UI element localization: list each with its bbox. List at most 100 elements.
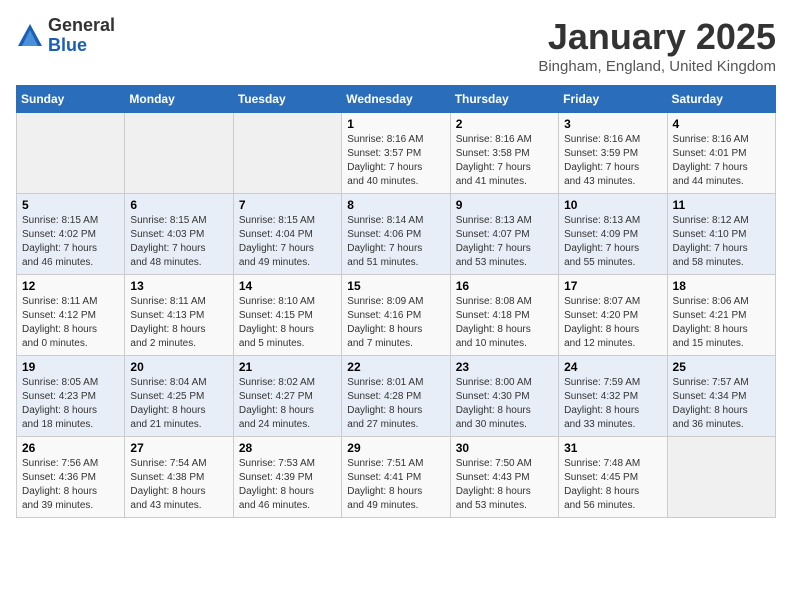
day-number: 11 [673, 198, 770, 212]
day-info: Sunrise: 8:02 AM Sunset: 4:27 PM Dayligh… [239, 376, 336, 432]
calendar-cell: 28 Sunrise: 7:53 AM Sunset: 4:39 PM Dayli… [233, 437, 341, 518]
calendar-cell: 23Sunrise: 8:00 AM Sunset: 4:30 PM Dayli… [450, 356, 558, 437]
calendar-cell: 10 Sunrise: 8:13 AM Sunset: 4:09 PM Dayli… [559, 194, 667, 275]
day-info: Sunrise: 7:48 AM Sunset: 4:45 PM Dayligh… [564, 457, 661, 513]
day-info: Sunrise: 8:13 AM Sunset: 4:07 PM Dayligh… [456, 214, 553, 270]
day-number: 4 [673, 117, 770, 131]
logo: General Blue [16, 16, 115, 56]
day-info: Sunrise: 8:05 AM Sunset: 4:23 PM Dayligh… [22, 376, 119, 432]
day-info: Sunrise: 8:10 AM Sunset: 4:15 PM Dayligh… [239, 295, 336, 351]
header-day-monday: Monday [125, 86, 233, 113]
day-number: 26 [22, 441, 119, 455]
day-info: Sunrise: 8:13 AM Sunset: 4:09 PM Dayligh… [564, 214, 661, 270]
day-number: 10 [564, 198, 661, 212]
calendar-cell: 13 Sunrise: 8:11 AM Sunset: 4:13 PM Dayli… [125, 275, 233, 356]
day-info: Sunrise: 7:59 AM Sunset: 4:32 PM Dayligh… [564, 376, 661, 432]
day-number: 12 [22, 279, 119, 293]
day-info: Sunrise: 7:54 AM Sunset: 4:38 PM Dayligh… [130, 457, 227, 513]
day-info: Sunrise: 7:50 AM Sunset: 4:43 PM Dayligh… [456, 457, 553, 513]
calendar-week-1: 1 Sunrise: 8:16 AM Sunset: 3:57 PM Daylig… [17, 113, 776, 194]
day-info: Sunrise: 8:00 AM Sunset: 4:30 PM Dayligh… [456, 376, 553, 432]
day-number: 2 [456, 117, 553, 131]
logo-general: General [48, 16, 115, 36]
day-info: Sunrise: 8:12 AM Sunset: 4:10 PM Dayligh… [673, 214, 770, 270]
header-day-tuesday: Tuesday [233, 86, 341, 113]
day-number: 9 [456, 198, 553, 212]
calendar-cell: 19 Sunrise: 8:05 AM Sunset: 4:23 PM Dayli… [17, 356, 125, 437]
calendar-cell: 2 Sunrise: 8:16 AM Sunset: 3:58 PM Daylig… [450, 113, 558, 194]
calendar-cell: 29Sunrise: 7:51 AM Sunset: 4:41 PM Dayli… [342, 437, 450, 518]
day-info: Sunrise: 7:53 AM Sunset: 4:39 PM Dayligh… [239, 457, 336, 513]
calendar-cell: 16Sunrise: 8:08 AM Sunset: 4:18 PM Dayli… [450, 275, 558, 356]
calendar-cell: 14 Sunrise: 8:10 AM Sunset: 4:15 PM Dayli… [233, 275, 341, 356]
calendar-cell: 20 Sunrise: 8:04 AM Sunset: 4:25 PM Dayli… [125, 356, 233, 437]
calendar-cell: 8 Sunrise: 8:14 AM Sunset: 4:06 PM Daylig… [342, 194, 450, 275]
header-day-wednesday: Wednesday [342, 86, 450, 113]
header-day-saturday: Saturday [667, 86, 775, 113]
day-number: 8 [347, 198, 444, 212]
calendar-cell: 3 Sunrise: 8:16 AM Sunset: 3:59 PM Daylig… [559, 113, 667, 194]
day-number: 14 [239, 279, 336, 293]
day-number: 31 [564, 441, 661, 455]
calendar-week-4: 19 Sunrise: 8:05 AM Sunset: 4:23 PM Dayli… [17, 356, 776, 437]
calendar-cell: 31 Sunrise: 7:48 AM Sunset: 4:45 PM Dayli… [559, 437, 667, 518]
calendar-cell: 6 Sunrise: 8:15 AM Sunset: 4:03 PM Daylig… [125, 194, 233, 275]
location: Bingham, England, United Kingdom [538, 58, 776, 75]
calendar-cell: 24 Sunrise: 7:59 AM Sunset: 4:32 PM Dayli… [559, 356, 667, 437]
day-info: Sunrise: 8:11 AM Sunset: 4:13 PM Dayligh… [130, 295, 227, 351]
calendar-cell: 17Sunrise: 8:07 AM Sunset: 4:20 PM Dayli… [559, 275, 667, 356]
logo-blue: Blue [48, 36, 115, 56]
header-day-friday: Friday [559, 86, 667, 113]
calendar-week-3: 12 Sunrise: 8:11 AM Sunset: 4:12 PM Dayli… [17, 275, 776, 356]
day-number: 3 [564, 117, 661, 131]
calendar-cell: 9 Sunrise: 8:13 AM Sunset: 4:07 PM Daylig… [450, 194, 558, 275]
day-info: Sunrise: 8:16 AM Sunset: 3:58 PM Dayligh… [456, 133, 553, 189]
logo-text: General Blue [48, 16, 115, 56]
day-number: 16 [456, 279, 553, 293]
day-info: Sunrise: 8:15 AM Sunset: 4:02 PM Dayligh… [22, 214, 119, 270]
calendar-cell: 7 Sunrise: 8:15 AM Sunset: 4:04 PM Daylig… [233, 194, 341, 275]
day-number: 1 [347, 117, 444, 131]
month-title: January 2025 [538, 16, 776, 58]
day-info: Sunrise: 8:11 AM Sunset: 4:12 PM Dayligh… [22, 295, 119, 351]
page-header: General Blue January 2025 Bingham, Engla… [16, 16, 776, 75]
day-number: 24 [564, 360, 661, 374]
day-info: Sunrise: 8:09 AM Sunset: 4:16 PM Dayligh… [347, 295, 444, 351]
calendar-cell: 11 Sunrise: 8:12 AM Sunset: 4:10 PM Dayli… [667, 194, 775, 275]
calendar-cell: 21 Sunrise: 8:02 AM Sunset: 4:27 PM Dayli… [233, 356, 341, 437]
day-info: Sunrise: 8:15 AM Sunset: 4:04 PM Dayligh… [239, 214, 336, 270]
calendar-cell [17, 113, 125, 194]
day-number: 19 [22, 360, 119, 374]
calendar-cell: 30 Sunrise: 7:50 AM Sunset: 4:43 PM Dayli… [450, 437, 558, 518]
day-number: 18 [673, 279, 770, 293]
calendar-cell: 18Sunrise: 8:06 AM Sunset: 4:21 PM Dayli… [667, 275, 775, 356]
day-info: Sunrise: 8:04 AM Sunset: 4:25 PM Dayligh… [130, 376, 227, 432]
day-number: 22 [347, 360, 444, 374]
logo-icon [16, 22, 44, 50]
day-info: Sunrise: 8:16 AM Sunset: 3:57 PM Dayligh… [347, 133, 444, 189]
day-info: Sunrise: 7:56 AM Sunset: 4:36 PM Dayligh… [22, 457, 119, 513]
day-info: Sunrise: 8:16 AM Sunset: 3:59 PM Dayligh… [564, 133, 661, 189]
day-number: 21 [239, 360, 336, 374]
day-number: 13 [130, 279, 227, 293]
calendar-cell: 5 Sunrise: 8:15 AM Sunset: 4:02 PM Daylig… [17, 194, 125, 275]
calendar-cell: 22Sunrise: 8:01 AM Sunset: 4:28 PM Dayli… [342, 356, 450, 437]
header-day-thursday: Thursday [450, 86, 558, 113]
day-info: Sunrise: 7:57 AM Sunset: 4:34 PM Dayligh… [673, 376, 770, 432]
day-info: Sunrise: 8:16 AM Sunset: 4:01 PM Dayligh… [673, 133, 770, 189]
day-number: 6 [130, 198, 227, 212]
day-number: 20 [130, 360, 227, 374]
day-number: 28 [239, 441, 336, 455]
header-day-sunday: Sunday [17, 86, 125, 113]
day-number: 15 [347, 279, 444, 293]
day-number: 5 [22, 198, 119, 212]
calendar-cell: 26 Sunrise: 7:56 AM Sunset: 4:36 PM Dayli… [17, 437, 125, 518]
day-info: Sunrise: 8:14 AM Sunset: 4:06 PM Dayligh… [347, 214, 444, 270]
calendar-cell: 12 Sunrise: 8:11 AM Sunset: 4:12 PM Dayli… [17, 275, 125, 356]
day-number: 7 [239, 198, 336, 212]
calendar-cell [233, 113, 341, 194]
calendar-cell: 25Sunrise: 7:57 AM Sunset: 4:34 PM Dayli… [667, 356, 775, 437]
day-number: 30 [456, 441, 553, 455]
day-info: Sunrise: 8:15 AM Sunset: 4:03 PM Dayligh… [130, 214, 227, 270]
day-number: 17 [564, 279, 661, 293]
